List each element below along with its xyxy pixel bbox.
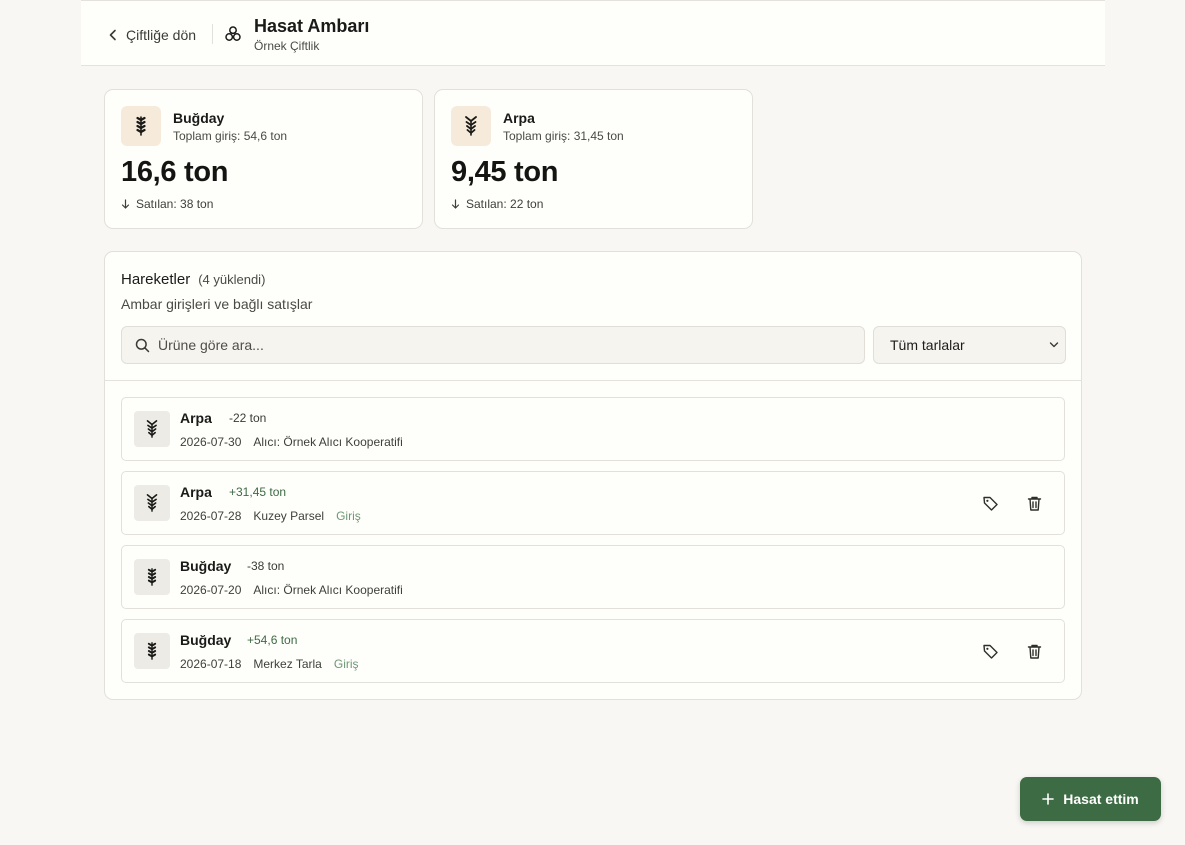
harvest-button[interactable]: Hasat ettim xyxy=(1020,777,1161,821)
farm-name: Örnek Çiftlik xyxy=(254,39,320,53)
movement-quantity: +31,45 ton xyxy=(229,485,287,499)
search-input[interactable] xyxy=(158,327,858,363)
chevron-down-icon xyxy=(1049,342,1059,348)
barley-icon xyxy=(134,411,170,447)
movements-count: (4 yüklendi) xyxy=(198,272,266,287)
movement-quantity: +54,6 ton xyxy=(247,633,298,647)
tag-icon xyxy=(982,496,998,511)
movement-quantity: -38 ton xyxy=(247,559,285,573)
movement-product: Arpa xyxy=(180,410,212,426)
movement-meta: 2026-07-28 Kuzey Parsel Giriş xyxy=(180,509,361,523)
movement-product: Arpa xyxy=(180,484,212,500)
movement-row[interactable]: Arpa +31,45 ton 2026-07-28 Kuzey Parsel … xyxy=(121,471,1065,535)
movement-meta: 2026-07-30 Alıcı: Örnek Alıcı Kooperatif… xyxy=(180,435,403,449)
movement-meta: 2026-07-20 Alıcı: Örnek Alıcı Kooperatif… xyxy=(180,583,403,597)
movement-row[interactable]: Buğday -38 ton 2026-07-20 Alıcı: Örnek A… xyxy=(121,545,1065,609)
movement-date: 2026-07-18 xyxy=(180,657,242,671)
barley-icon xyxy=(134,485,170,521)
movement-date: 2026-07-28 xyxy=(180,509,242,523)
movement-row[interactable]: Arpa -22 ton 2026-07-30 Alıcı: Örnek Alı… xyxy=(121,397,1065,461)
delete-button[interactable] xyxy=(1024,641,1044,661)
stat-sold: Satılan: 38 ton xyxy=(121,197,213,211)
movement-meta: 2026-07-18 Merkez Tarla Giriş xyxy=(180,657,359,671)
page-title: Hasat Ambarı xyxy=(254,16,370,36)
movements-title: Hareketler (4 yüklendi) xyxy=(121,271,265,288)
stat-card-barley: Arpa Toplam giriş: 31,45 ton 9,45 ton Sa… xyxy=(434,89,753,229)
trash-icon xyxy=(1027,496,1041,511)
movement-detail: Kuzey Parsel xyxy=(253,509,325,523)
sell-tag-button[interactable] xyxy=(980,493,1000,513)
barley-icon xyxy=(451,106,491,146)
trash-icon xyxy=(1027,644,1041,659)
arrow-down-icon xyxy=(451,199,460,209)
wheat-icon xyxy=(134,559,170,595)
stat-total-entry: Toplam giriş: 54,6 ton xyxy=(173,129,288,143)
back-link-label: Çiftliğe dön xyxy=(126,27,197,43)
search-icon xyxy=(135,338,150,353)
stat-product-name: Buğday xyxy=(173,110,225,126)
wheat-icon xyxy=(121,106,161,146)
movement-detail: Alıcı: Örnek Alıcı Kooperatifi xyxy=(253,583,403,597)
tag-icon xyxy=(982,644,998,659)
top-bar: Çiftliğe dön Hasat Ambarı Örnek Çiftlik xyxy=(81,0,1105,66)
movement-date: 2026-07-20 xyxy=(180,583,242,597)
harvest-button-label: Hasat ettim xyxy=(1063,791,1139,807)
stat-stock-value: 9,45 ton xyxy=(451,156,559,188)
movements-panel: Hareketler (4 yüklendi) Ambar girişleri … xyxy=(104,251,1082,700)
header-divider xyxy=(212,24,213,44)
movement-detail: Alıcı: Örnek Alıcı Kooperatifi xyxy=(253,435,403,449)
movement-row[interactable]: Buğday +54,6 ton 2026-07-18 Merkez Tarla… xyxy=(121,619,1065,683)
stat-sold: Satılan: 22 ton xyxy=(451,197,543,211)
stat-product-name: Arpa xyxy=(503,110,535,126)
panel-divider xyxy=(105,380,1081,381)
plus-icon xyxy=(1042,793,1055,805)
movement-product: Buğday xyxy=(180,632,232,648)
field-filter-value: Tüm tarlalar xyxy=(890,337,965,353)
movements-description: Ambar girişleri ve bağlı satışlar xyxy=(121,296,313,312)
stat-card-wheat: Buğday Toplam giriş: 54,6 ton 16,6 ton S… xyxy=(104,89,423,229)
entry-tag: Giriş xyxy=(333,657,359,671)
movements-title-label: Hareketler xyxy=(121,271,191,288)
stat-sold-label: Satılan: 38 ton xyxy=(136,197,214,211)
entry-tag: Giriş xyxy=(336,509,361,523)
search-box xyxy=(121,326,865,364)
wheat-icon xyxy=(134,633,170,669)
stat-stock-value: 16,6 ton xyxy=(121,156,229,188)
stat-sold-label: Satılan: 22 ton xyxy=(466,197,544,211)
field-filter-select[interactable]: Tüm tarlalar xyxy=(873,326,1066,364)
sell-tag-button[interactable] xyxy=(980,641,1000,661)
arrow-down-icon xyxy=(121,199,130,209)
back-to-farm-link[interactable]: Çiftliğe dön xyxy=(108,25,196,45)
movement-product: Buğday xyxy=(180,558,232,574)
silo-icon xyxy=(225,26,241,41)
movement-quantity: -22 ton xyxy=(229,411,267,425)
chevron-left-icon xyxy=(109,29,116,41)
movement-detail: Merkez Tarla xyxy=(253,657,322,671)
stat-total-entry: Toplam giriş: 31,45 ton xyxy=(503,129,624,143)
delete-button[interactable] xyxy=(1024,493,1044,513)
movement-date: 2026-07-30 xyxy=(180,435,242,449)
